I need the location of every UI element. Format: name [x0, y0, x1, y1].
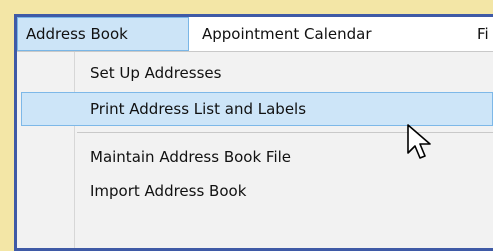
menu-item-label: Set Up Addresses	[90, 64, 222, 82]
menu-item-label: Maintain Address Book File	[90, 148, 292, 166]
menu-label: Appointment Calendar	[202, 25, 372, 43]
menu-label: Fi	[477, 25, 489, 43]
arrow-pointer-icon	[407, 124, 431, 159]
menu-item-set-up-addresses[interactable]: Set Up Addresses	[21, 56, 493, 90]
menu-file-truncated[interactable]: Fi	[477, 17, 489, 51]
menu-label: Address Book	[26, 25, 128, 43]
menu-item-label: Print Address List and Labels	[90, 100, 307, 118]
menu-appointment-calendar[interactable]: Appointment Calendar	[202, 17, 371, 51]
menu-address-book[interactable]: Address Book	[17, 17, 189, 51]
menu-item-import-address-book[interactable]: Import Address Book	[21, 174, 493, 208]
menu-bar: Address Book Appointment Calendar Fi	[17, 17, 493, 52]
menu-item-label: Import Address Book	[90, 182, 247, 200]
menu-item-print-address-list-and-labels[interactable]: Print Address List and Labels	[21, 92, 493, 126]
